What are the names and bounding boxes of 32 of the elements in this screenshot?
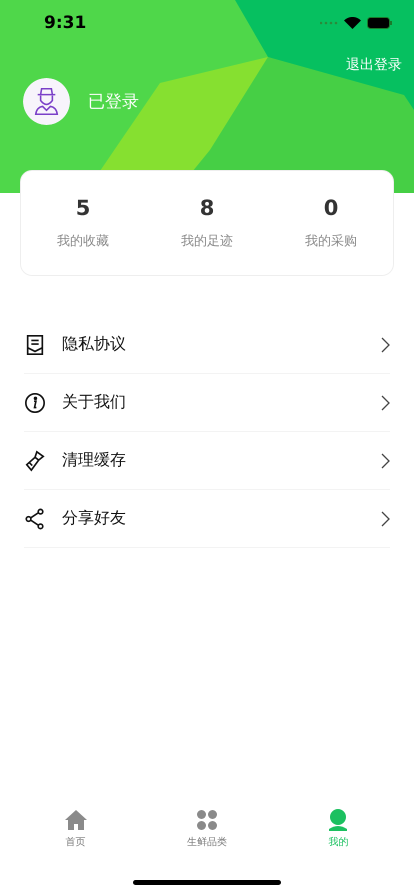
brush-icon (24, 450, 46, 472)
share-icon (24, 508, 46, 530)
battery-icon (367, 17, 392, 29)
chevron-icon (381, 510, 390, 526)
tab-item[interactable]: 首页 (10, 808, 142, 849)
menu-item[interactable]: 关于我们 (24, 374, 390, 432)
menu-label: 隐私协议 (62, 334, 127, 355)
menu-label: 关于我们 (62, 392, 127, 413)
status-time: 9:31 (44, 13, 86, 33)
stat-label: 我的收藏 (57, 233, 109, 250)
grid-icon (194, 808, 219, 832)
stat-label: 我的采购 (305, 233, 357, 250)
user-name: 已登录 (88, 91, 139, 113)
stat-value: 0 (324, 196, 338, 220)
stat-label: 我的足迹 (181, 233, 233, 250)
chevron-icon (381, 452, 390, 468)
signal-icon (320, 21, 338, 25)
stat-value: 5 (76, 196, 90, 220)
menu-label: 清理缓存 (62, 450, 127, 471)
home-icon (64, 808, 88, 832)
info-icon (24, 392, 46, 414)
chevron-icon (381, 394, 390, 410)
menu-item[interactable]: 清理缓存 (24, 432, 390, 490)
avatar-icon (23, 78, 70, 125)
chevron-icon (381, 336, 390, 352)
document-icon (24, 334, 46, 356)
stat-value: 8 (200, 196, 214, 220)
tab-item[interactable]: 生鲜品类 (141, 808, 273, 849)
menu-item[interactable]: 分享好友 (24, 490, 390, 548)
wifi-icon (344, 17, 361, 29)
menu-item[interactable]: 隐私协议 (24, 316, 390, 374)
menu-label: 分享好友 (62, 508, 127, 529)
